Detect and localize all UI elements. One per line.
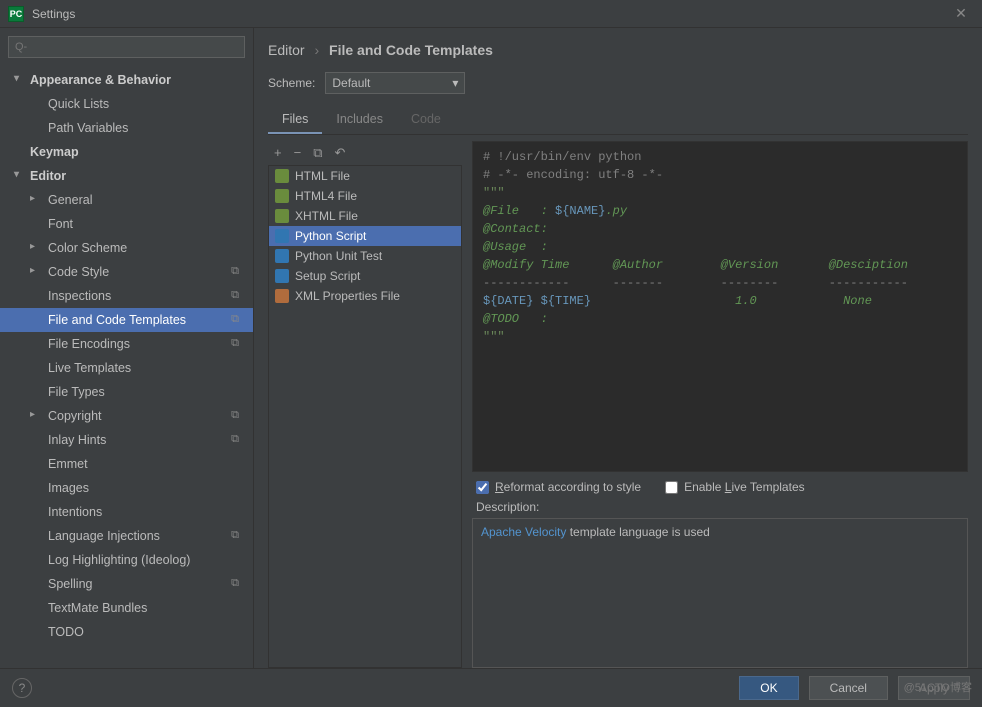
sidebar-item-images[interactable]: Images	[0, 476, 253, 500]
description-text: template language is used	[566, 525, 709, 539]
template-tabs: FilesIncludesCode	[268, 106, 968, 135]
html-file-icon	[275, 189, 289, 203]
project-scope-icon: ⧉	[231, 409, 239, 422]
sidebar-item-spelling[interactable]: Spelling⧉	[0, 572, 253, 596]
sidebar-item-file-encodings[interactable]: File Encodings⧉	[0, 332, 253, 356]
sidebar-item-intentions[interactable]: Intentions	[0, 500, 253, 524]
project-scope-icon: ⧉	[231, 433, 239, 446]
tab-includes[interactable]: Includes	[322, 106, 397, 134]
chevron-down-icon: ▾	[452, 76, 458, 90]
ok-button[interactable]: OK	[739, 676, 798, 700]
file-label: XHTML File	[295, 209, 358, 223]
sidebar-item-inspections[interactable]: Inspections⧉	[0, 284, 253, 308]
scheme-value: Default	[332, 76, 370, 90]
sidebar-item-appearance-behavior[interactable]: Appearance & Behavior	[0, 68, 253, 92]
sidebar-item-quick-lists[interactable]: Quick Lists	[0, 92, 253, 116]
sidebar-item-copyright[interactable]: Copyright⧉	[0, 404, 253, 428]
file-label: Setup Script	[295, 269, 360, 283]
dialog-footer: ? OK Cancel Apply	[0, 668, 982, 706]
scheme-select[interactable]: Default ▾	[325, 72, 465, 94]
live-templates-checkbox[interactable]: Enable Live Templates	[665, 480, 805, 494]
help-icon[interactable]: ?	[12, 678, 32, 698]
breadcrumb-current: File and Code Templates	[329, 42, 493, 58]
copy-icon[interactable]: ⧉	[313, 145, 322, 161]
sidebar-item-color-scheme[interactable]: Color Scheme	[0, 236, 253, 260]
cancel-button[interactable]: Cancel	[809, 676, 888, 700]
sidebar-item-live-templates[interactable]: Live Templates	[0, 356, 253, 380]
file-label: Python Unit Test	[295, 249, 382, 263]
sidebar-item-todo[interactable]: TODO	[0, 620, 253, 644]
sidebar-item-path-variables[interactable]: Path Variables	[0, 116, 253, 140]
project-scope-icon: ⧉	[231, 577, 239, 590]
sidebar-item-general[interactable]: General	[0, 188, 253, 212]
project-scope-icon: ⧉	[231, 529, 239, 542]
html-file-icon	[275, 169, 289, 183]
sidebar-item-log-highlighting-ideolog-[interactable]: Log Highlighting (Ideolog)	[0, 548, 253, 572]
sidebar-item-file-types[interactable]: File Types	[0, 380, 253, 404]
template-file-html4-file[interactable]: HTML4 File	[269, 186, 461, 206]
breadcrumb: Editor › File and Code Templates	[268, 42, 968, 58]
sidebar-item-file-and-code-templates[interactable]: File and Code Templates⧉	[0, 308, 253, 332]
project-scope-icon: ⧉	[231, 289, 239, 302]
sidebar-item-keymap[interactable]: Keymap	[0, 140, 253, 164]
apache-velocity-link[interactable]: Apache Velocity	[481, 525, 566, 539]
search-input[interactable]	[8, 36, 245, 58]
sidebar-item-code-style[interactable]: Code Style⧉	[0, 260, 253, 284]
add-icon[interactable]: +	[274, 145, 282, 161]
tab-code: Code	[397, 106, 455, 134]
py-file-icon	[275, 229, 289, 243]
template-file-python-unit-test[interactable]: Python Unit Test	[269, 246, 461, 266]
template-file-list: HTML File HTML4 File XHTML File Python Scri…	[268, 165, 462, 668]
py-file-icon	[275, 249, 289, 263]
sidebar-item-language-injections[interactable]: Language Injections⧉	[0, 524, 253, 548]
settings-sidebar: Appearance & BehaviorQuick ListsPath Var…	[0, 28, 254, 668]
file-label: XML Properties File	[295, 289, 400, 303]
description-label: Description:	[472, 500, 968, 518]
py-file-icon	[275, 269, 289, 283]
sidebar-item-inlay-hints[interactable]: Inlay Hints⧉	[0, 428, 253, 452]
sidebar-item-editor[interactable]: Editor	[0, 164, 253, 188]
template-file-xhtml-file[interactable]: XHTML File	[269, 206, 461, 226]
content-area: Editor › File and Code Templates Scheme:…	[254, 28, 982, 668]
reformat-checkbox[interactable]: RReformat according to styleeformat acco…	[476, 480, 641, 494]
title-bar: PC Settings ✕	[0, 0, 982, 28]
xml-file-icon	[275, 289, 289, 303]
apply-button[interactable]: Apply	[898, 676, 970, 700]
window-title: Settings	[32, 7, 75, 21]
file-label: HTML File	[295, 169, 350, 183]
settings-tree: Appearance & BehaviorQuick ListsPath Var…	[0, 66, 253, 644]
chevron-right-icon: ›	[314, 42, 319, 58]
html-file-icon	[275, 209, 289, 223]
file-label: Python Script	[295, 229, 366, 243]
template-file-html-file[interactable]: HTML File	[269, 166, 461, 186]
template-file-xml-properties-file[interactable]: XML Properties File	[269, 286, 461, 306]
project-scope-icon: ⧉	[231, 337, 239, 350]
undo-icon[interactable]: ↶	[334, 145, 345, 161]
sidebar-item-textmate-bundles[interactable]: TextMate Bundles	[0, 596, 253, 620]
project-scope-icon: ⧉	[231, 265, 239, 278]
tab-files[interactable]: Files	[268, 106, 322, 134]
template-code-editor[interactable]: # !/usr/bin/env python # -*- encoding: u…	[472, 141, 968, 472]
file-label: HTML4 File	[295, 189, 357, 203]
close-icon[interactable]: ✕	[948, 5, 974, 22]
project-scope-icon: ⧉	[231, 313, 239, 326]
app-logo: PC	[8, 6, 24, 22]
sidebar-item-font[interactable]: Font	[0, 212, 253, 236]
file-toolbar: + − ⧉ ↶	[268, 141, 462, 165]
template-file-setup-script[interactable]: Setup Script	[269, 266, 461, 286]
scheme-label: Scheme:	[268, 76, 315, 90]
template-file-python-script[interactable]: Python Script	[269, 226, 461, 246]
breadcrumb-root[interactable]: Editor	[268, 42, 305, 58]
sidebar-item-emmet[interactable]: Emmet	[0, 452, 253, 476]
remove-icon[interactable]: −	[294, 145, 302, 161]
description-box: Apache Velocity template language is use…	[472, 518, 968, 668]
